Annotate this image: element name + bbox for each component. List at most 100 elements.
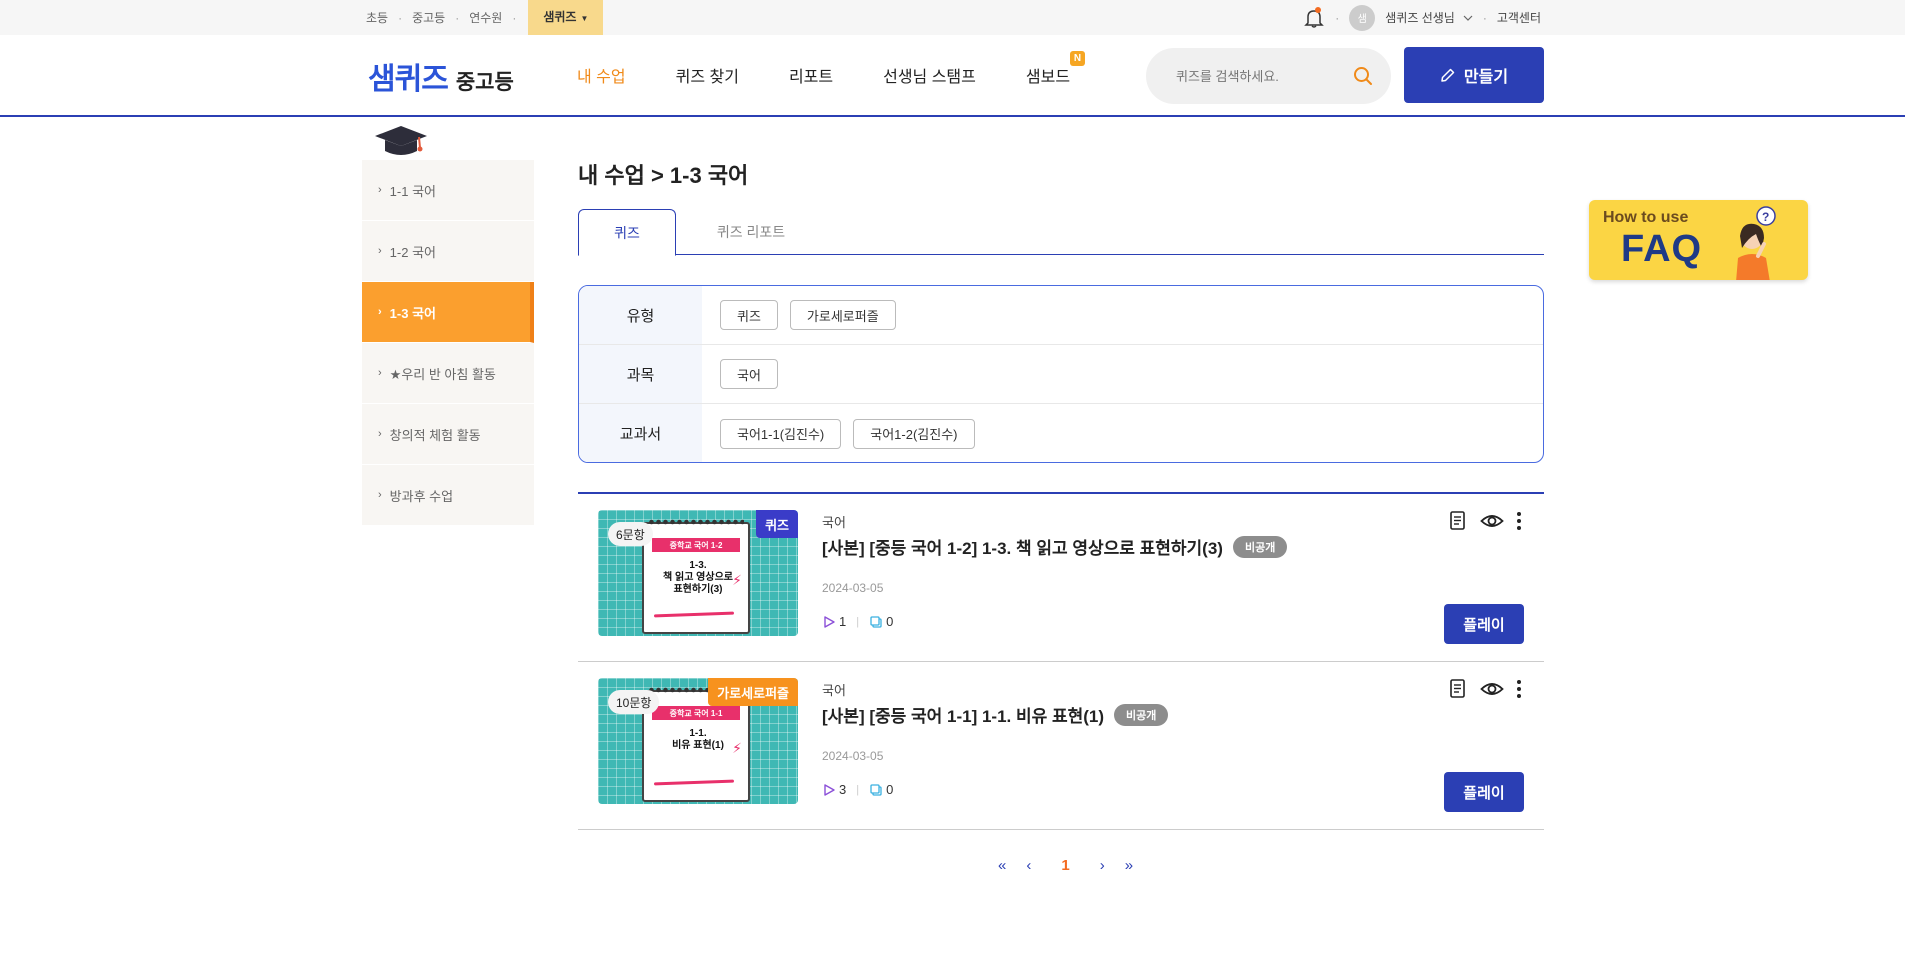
pen-stroke [653, 611, 735, 618]
quiz-thumbnail[interactable]: 중학교 국어 1-1 1-1. 비유 표현(1) ⚡ 10문항 가로세로퍼즐 [598, 678, 798, 804]
search-input[interactable] [1176, 68, 1346, 84]
svg-text:?: ? [1762, 210, 1769, 224]
filter-panel: 유형 퀴즈 가로세로퍼즐 과목 국어 교과서 국어1-1(김진수) 국어1-2(… [578, 285, 1544, 463]
play-count-icon [824, 783, 835, 796]
play-button[interactable]: 플레이 [1444, 604, 1524, 644]
card-title-row: [사본] [중등 국어 1-2] 1-3. 책 읽고 영상으로 표현하기(3) … [822, 534, 1288, 559]
question-count: 6문항 [608, 522, 653, 546]
teacher-illustration: ? [1736, 206, 1776, 280]
tab-quiz-report[interactable]: 퀴즈 리포트 [676, 209, 826, 255]
sidebar-item-label: ★우리 반 아침 활동 [389, 366, 496, 382]
nav-report[interactable]: 리포트 [789, 63, 833, 87]
document-icon[interactable] [1448, 510, 1468, 532]
filter-chip-crossword[interactable]: 가로세로퍼즐 [789, 300, 896, 330]
pagination: « ‹ 1 › » [988, 857, 1143, 874]
first-page-button[interactable]: « [998, 857, 1006, 874]
play-button[interactable]: 플레이 [1444, 772, 1524, 812]
eye-icon[interactable] [1480, 680, 1504, 698]
separator: · [512, 10, 517, 25]
sidebar-item-1-3[interactable]: › 1-3 국어 [362, 282, 534, 343]
card-title-row: [사본] [중등 국어 1-1] 1-1. 비유 표현(1) 비공개 [822, 702, 1169, 727]
faq-banner[interactable]: How to use FAQ ? [1589, 200, 1808, 280]
make-button[interactable]: 만들기 [1404, 47, 1544, 103]
logo-main: 샘퀴즈 [368, 63, 449, 96]
chevron-right-icon: › [378, 184, 382, 196]
link-elementary[interactable]: 초등 [366, 9, 388, 26]
separator: | [856, 615, 860, 628]
site-links: 초등 · 중고등 · 연수원 · 샘퀴즈 ▼ [366, 0, 604, 35]
link-samquiz-dropdown[interactable]: 샘퀴즈 ▼ [528, 0, 604, 35]
link-secondary[interactable]: 중고등 [412, 9, 445, 26]
notebook-rings [648, 516, 744, 528]
main-header: 샘퀴즈 중고등 내 수업 퀴즈 찾기 리포트 선생님 스탬프 샘보드 N 만들기 [0, 35, 1905, 117]
link-training[interactable]: 연수원 [469, 9, 502, 26]
play-count-icon [824, 615, 835, 628]
search-box [1146, 48, 1391, 104]
chevron-right-icon: › [378, 489, 382, 501]
chevron-right-icon: › [378, 245, 382, 257]
filter-chip-textbook-1-1[interactable]: 국어1-1(김진수) [720, 418, 842, 449]
copy-count-icon [870, 615, 882, 628]
sidebar-item-label: 1-2 국어 [389, 244, 436, 260]
bell-icon[interactable] [1303, 6, 1325, 29]
graduation-cap-icon [373, 124, 429, 165]
filter-chip-korean[interactable]: 국어 [720, 359, 778, 389]
current-page[interactable]: 1 [1061, 857, 1069, 874]
user-name[interactable]: 샘퀴즈 선생님 [1385, 9, 1455, 26]
card-title[interactable]: [사본] [중등 국어 1-1] 1-1. 비유 표현(1) [822, 702, 1104, 727]
link-samquiz-label: 샘퀴즈 [543, 10, 577, 24]
sparkle-icon: ⚡ [732, 572, 742, 588]
avatar[interactable]: 샘 [1349, 4, 1376, 31]
nav-samboard[interactable]: 샘보드 N [1026, 51, 1086, 87]
filter-label: 과목 [579, 345, 702, 403]
sidebar-item-creative[interactable]: › 창의적 체험 활동 [362, 404, 534, 465]
card-date: 2024-03-05 [822, 749, 884, 763]
filter-chip-textbook-1-2[interactable]: 국어1-2(김진수) [853, 418, 975, 449]
sparkle-icon: ⚡ [732, 740, 742, 756]
pen-stroke [653, 779, 735, 786]
utility-bar: 초등 · 중고등 · 연수원 · 샘퀴즈 ▼ · 샘 샘퀴즈 선생님 · 고객센터 [0, 0, 1905, 35]
card-title[interactable]: [사본] [중등 국어 1-2] 1-3. 책 읽고 영상으로 표현하기(3) [822, 534, 1223, 559]
copy-count: 0 [886, 782, 894, 797]
card-stats: 3 | 0 [822, 782, 893, 797]
card-subject: 국어 [822, 515, 846, 530]
sidebar-item-afterschool[interactable]: › 방과후 수업 [362, 465, 534, 526]
nav-my-class[interactable]: 내 수업 [577, 63, 626, 87]
chevron-down-icon[interactable] [1463, 15, 1473, 21]
search-icon[interactable] [1353, 66, 1373, 91]
more-icon[interactable] [1516, 511, 1522, 531]
card-subject: 국어 [822, 683, 846, 698]
sidebar-item-1-1[interactable]: › 1-1 국어 [362, 160, 534, 221]
quiz-thumbnail[interactable]: 중학교 국어 1-2 1-3. 책 읽고 영상으로 표현하기(3) ⚡ 6문항 … [598, 510, 798, 636]
support-link[interactable]: 고객센터 [1497, 9, 1541, 26]
nav-find-quiz[interactable]: 퀴즈 찾기 [676, 63, 739, 87]
separator: · [1335, 10, 1340, 25]
filter-row-textbook: 교과서 국어1-1(김진수) 국어1-2(김진수) [579, 404, 1543, 462]
filter-chip-quiz[interactable]: 퀴즈 [720, 300, 778, 330]
filter-label: 교과서 [579, 404, 702, 462]
prev-page-button[interactable]: ‹ [1026, 857, 1031, 874]
filter-label: 유형 [579, 286, 702, 344]
nav-teacher-stamp[interactable]: 선생님 스탬프 [883, 63, 976, 87]
quiz-list: 중학교 국어 1-2 1-3. 책 읽고 영상으로 표현하기(3) ⚡ 6문항 … [578, 492, 1544, 830]
chevron-right-icon: › [378, 306, 382, 318]
document-icon[interactable] [1448, 678, 1468, 700]
sidebar-item-1-2[interactable]: › 1-2 국어 [362, 221, 534, 282]
eye-icon[interactable] [1480, 512, 1504, 530]
faq-banner-line1: How to use [1603, 209, 1689, 226]
sidebar-item-label: 방과후 수업 [389, 488, 454, 504]
faq-banner-line2: FAQ [1621, 228, 1703, 270]
logo[interactable]: 샘퀴즈 중고등 [368, 54, 514, 98]
more-icon[interactable] [1516, 679, 1522, 699]
card-actions [1436, 678, 1522, 700]
play-count: 1 [839, 614, 847, 629]
sidebar-item-morning[interactable]: › ★우리 반 아침 활동 [362, 343, 534, 404]
pencil-icon [1441, 68, 1455, 82]
tab-quiz[interactable]: 퀴즈 [578, 209, 676, 256]
next-page-button[interactable]: › [1100, 857, 1105, 874]
last-page-button[interactable]: » [1125, 857, 1133, 874]
thumbnail-tag: 중학교 국어 1-1 [652, 706, 740, 720]
chevron-right-icon: › [378, 428, 382, 440]
notification-dot [1315, 6, 1322, 13]
thumbnail-notebook: 중학교 국어 1-2 1-3. 책 읽고 영상으로 표현하기(3) ⚡ [642, 522, 750, 634]
